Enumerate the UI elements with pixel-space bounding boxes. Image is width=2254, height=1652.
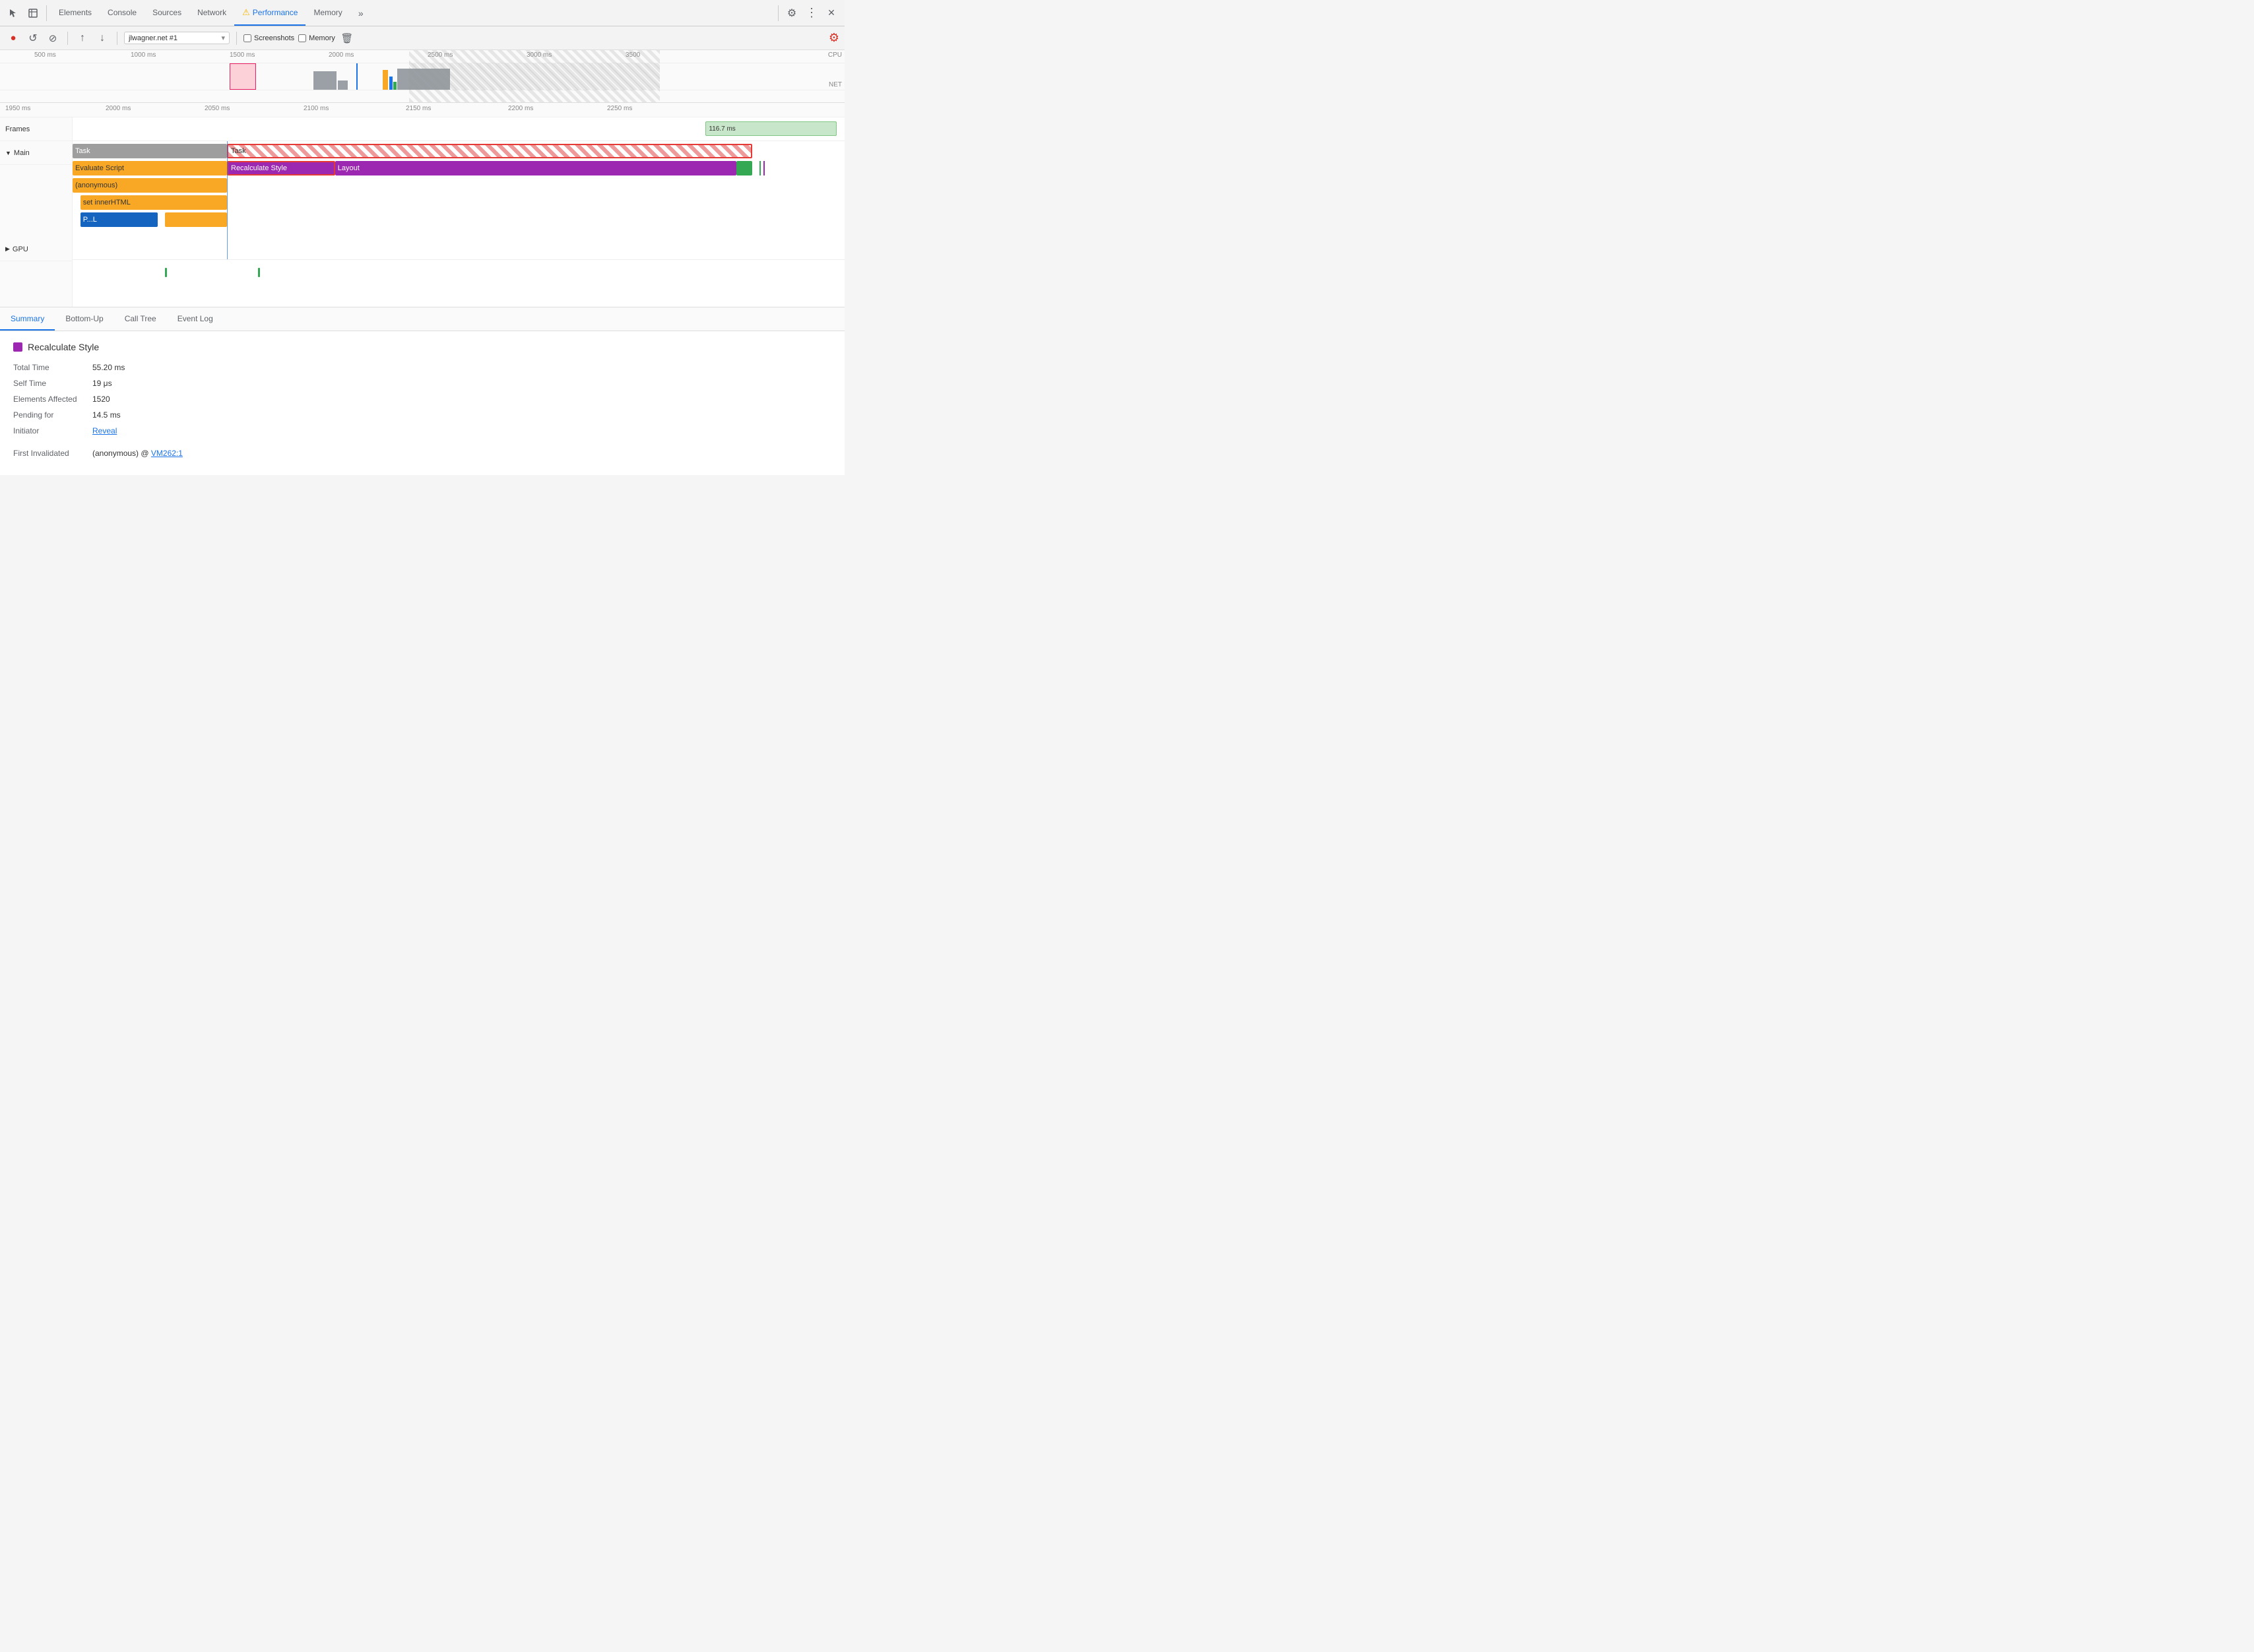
self-time-row: Self Time 19 μs bbox=[13, 379, 831, 388]
close-icon[interactable]: ✕ bbox=[822, 4, 841, 22]
layout-bar[interactable]: Layout bbox=[335, 161, 736, 175]
summary-content: Recalculate Style Total Time 55.20 ms Se… bbox=[0, 331, 845, 475]
frame-bar[interactable]: 116.7 ms bbox=[705, 121, 837, 136]
tab-performance[interactable]: ⚠ Performance bbox=[234, 0, 306, 26]
selected-range-marker bbox=[356, 63, 358, 90]
vline-indicator bbox=[227, 141, 228, 259]
green-small-bar[interactable] bbox=[736, 161, 752, 175]
cpu-label: CPU bbox=[828, 51, 842, 59]
gpu-bar-2 bbox=[258, 268, 260, 277]
frames-track: 116.7 ms bbox=[73, 117, 845, 141]
recalc-style-bar[interactable]: Recalculate Style bbox=[227, 161, 335, 175]
pending-for-row: Pending for 14.5 ms bbox=[13, 410, 831, 420]
tab-calltree[interactable]: Call Tree bbox=[114, 307, 167, 331]
tab-sources[interactable]: Sources bbox=[145, 0, 189, 26]
cpu-bar-yellow bbox=[383, 70, 388, 90]
pl-bar[interactable]: P...L bbox=[80, 212, 158, 227]
inspect-icon[interactable] bbox=[24, 4, 42, 22]
main-timeline: 1950 ms 2000 ms 2050 ms 2100 ms 2150 ms … bbox=[0, 103, 845, 307]
tab-console[interactable]: Console bbox=[100, 0, 145, 26]
record-button[interactable]: ● bbox=[5, 30, 21, 46]
timeline-tracks: 116.7 ms Task Task Evaluate Script Recal… bbox=[73, 117, 845, 307]
tab-summary[interactable]: Summary bbox=[0, 307, 55, 331]
tab-network[interactable]: Network bbox=[189, 0, 234, 26]
settings-icon[interactable]: ⚙ bbox=[783, 4, 801, 22]
devtools-topbar: Elements Console Sources Network ⚠ Perfo… bbox=[0, 0, 845, 26]
set-innerhtml-bar[interactable]: set innerHTML bbox=[80, 195, 227, 210]
tick-2150: 2150 ms bbox=[406, 105, 431, 112]
gpu-label-row: ▶ GPU bbox=[0, 238, 72, 261]
tab-elements[interactable]: Elements bbox=[51, 0, 100, 26]
more-options-icon[interactable]: ⋮ bbox=[802, 4, 821, 22]
summary-title: Recalculate Style bbox=[13, 342, 831, 352]
bottom-panel: Summary Bottom-Up Call Tree Event Log Re… bbox=[0, 307, 845, 475]
tick-1500ms: 1500 ms bbox=[230, 51, 255, 59]
divider2 bbox=[778, 5, 779, 21]
trash-button[interactable]: 🗑 bbox=[339, 30, 355, 46]
cursor-icon[interactable] bbox=[4, 4, 22, 22]
evaluate-script-bar[interactable]: Evaluate Script bbox=[73, 161, 227, 175]
expand-gpu-icon[interactable]: ▶ bbox=[5, 245, 10, 253]
initiator-row: Initiator Reveal bbox=[13, 426, 831, 435]
net-overview bbox=[0, 90, 845, 103]
expand-main-icon[interactable]: ▼ bbox=[5, 150, 11, 156]
elements-affected-row: Elements Affected 1520 bbox=[13, 395, 831, 404]
tick-2000: 2000 ms bbox=[106, 105, 131, 112]
vm262-link[interactable]: VM262:1 bbox=[151, 449, 183, 458]
tab-bottomup[interactable]: Bottom-Up bbox=[55, 307, 113, 331]
toolbar-divider1 bbox=[67, 32, 68, 45]
tick-2050: 2050 ms bbox=[205, 105, 230, 112]
frames-label-row: Frames bbox=[0, 117, 72, 141]
cpu-bar-green bbox=[393, 82, 397, 90]
gpu-track bbox=[73, 260, 845, 284]
tick-2250: 2250 ms bbox=[607, 105, 632, 112]
yellow-small-bar[interactable] bbox=[165, 212, 227, 227]
purple-line bbox=[763, 161, 765, 175]
tick-2100: 2100 ms bbox=[304, 105, 329, 112]
gpu-bar-1 bbox=[165, 268, 167, 277]
summary-color-indicator bbox=[13, 342, 22, 352]
tick-1000ms: 1000 ms bbox=[131, 51, 156, 59]
tick-1950: 1950 ms bbox=[5, 105, 30, 112]
tick-2000ms: 2000 ms bbox=[329, 51, 354, 59]
screenshot-marker-1 bbox=[230, 63, 256, 90]
task-bar-2-hatched[interactable]: Task bbox=[227, 144, 752, 158]
timeline-content: Frames ▼ Main ▶ GPU 116.7 ms bbox=[0, 117, 845, 307]
cpu-bar-blue bbox=[389, 77, 393, 90]
tick-2200: 2200 ms bbox=[508, 105, 533, 112]
main-nav: Elements Console Sources Network ⚠ Perfo… bbox=[51, 0, 350, 26]
performance-toolbar: ● ↺ ⊘ ↑ ↓ jlwagner.net #1 ▾ Screenshots … bbox=[0, 26, 845, 50]
green-line bbox=[759, 161, 761, 175]
upload-button[interactable]: ↑ bbox=[75, 30, 90, 46]
hatched-net-area bbox=[409, 50, 660, 102]
more-tabs-icon[interactable]: » bbox=[352, 4, 370, 22]
main-track: Task Task Evaluate Script Recalculate St… bbox=[73, 141, 845, 260]
cpu-bar-2 bbox=[338, 80, 348, 90]
tab-memory[interactable]: Memory bbox=[306, 0, 350, 26]
download-button[interactable]: ↓ bbox=[94, 30, 110, 46]
url-selector[interactable]: jlwagner.net #1 ▾ bbox=[124, 32, 230, 44]
timeline-overview: 500 ms 1000 ms 1500 ms 2000 ms 2500 ms 3… bbox=[0, 50, 845, 103]
toolbar-divider3 bbox=[236, 32, 237, 45]
net-label: NET bbox=[829, 81, 842, 88]
tab-eventlog[interactable]: Event Log bbox=[167, 307, 224, 331]
warning-icon: ⚠ bbox=[242, 7, 250, 18]
main-label-row: ▼ Main bbox=[0, 141, 72, 165]
timeline-ruler: 1950 ms 2000 ms 2050 ms 2100 ms 2150 ms … bbox=[0, 103, 845, 117]
reveal-link[interactable]: Reveal bbox=[92, 426, 117, 435]
memory-checkbox[interactable]: Memory bbox=[298, 34, 335, 42]
cpu-bar-1 bbox=[313, 71, 337, 90]
divider bbox=[46, 5, 47, 21]
reload-button[interactable]: ↺ bbox=[25, 30, 41, 46]
total-time-row: Total Time 55.20 ms bbox=[13, 363, 831, 372]
screenshots-checkbox[interactable]: Screenshots bbox=[243, 34, 294, 42]
settings-gear-icon[interactable]: ⚙ bbox=[829, 31, 839, 45]
bottom-tabs: Summary Bottom-Up Call Tree Event Log bbox=[0, 307, 845, 331]
clear-button[interactable]: ⊘ bbox=[45, 30, 61, 46]
first-invalidated-row: First Invalidated (anonymous) @ VM262:1 bbox=[13, 449, 831, 458]
tick-500ms: 500 ms bbox=[34, 51, 56, 59]
anonymous-bar[interactable]: (anonymous) bbox=[73, 178, 227, 193]
timeline-labels: Frames ▼ Main ▶ GPU bbox=[0, 117, 73, 307]
task-bar-1[interactable]: Task bbox=[73, 144, 227, 158]
